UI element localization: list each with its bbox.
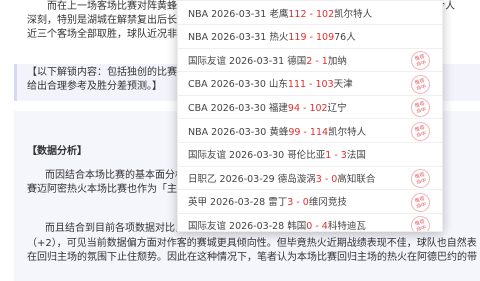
- match-row[interactable]: 日职乙 2026-03-29 德岛漩涡3 - 0高知联合 推荐 命中: [178, 166, 442, 191]
- hit-stamp-icon: 推荐 命中: [408, 72, 433, 96]
- match-league-date-home: 英甲 2026-03-28 雷丁: [188, 197, 288, 209]
- match-away-team: 高知联合: [337, 173, 376, 185]
- match-text: 英甲 2026-03-28 雷丁3 - 0维冈竞技: [178, 194, 347, 208]
- match-score: 1 - 3: [325, 150, 347, 162]
- match-row[interactable]: NBA 2026-03-31 老鹰112 - 102凯尔特人: [178, 1, 442, 25]
- match-league-date-home: NBA 2026-03-31 热火: [188, 32, 289, 44]
- section-heading: 【数据分析】: [27, 146, 87, 157]
- match-score: 94 - 102: [287, 102, 328, 114]
- match-away-team: 辽宁: [327, 102, 347, 114]
- stamp-subtext: 命中: [415, 130, 427, 139]
- match-row[interactable]: 国际友谊 2026-03-30 哥伦比亚1 - 3法国: [178, 143, 442, 167]
- match-score: 0 - 4: [306, 220, 328, 232]
- match-score: 99 - 114: [288, 126, 329, 138]
- hit-stamp-icon: 推荐 命中: [408, 49, 433, 73]
- match-text: NBA 2026-03-31 热火119 - 10976人: [178, 29, 356, 43]
- match-away-team: 维冈竞技: [308, 197, 347, 209]
- match-row[interactable]: CBA 2026-03-30 福建94 - 102辽宁 推荐 命中: [178, 95, 442, 120]
- hit-stamp-icon: 推荐 命中: [408, 167, 433, 191]
- match-row[interactable]: 国际友谊 2026-03-28 韩国0 - 4科特迪瓦 推荐 命中: [178, 213, 442, 232]
- match-league-date-home: NBA 2026-03-30 黄蜂: [188, 126, 289, 138]
- match-score: 112 - 102: [288, 8, 335, 20]
- match-score: 3 - 0: [287, 197, 309, 209]
- match-text: NBA 2026-03-31 老鹰112 - 102凯尔特人: [178, 6, 372, 20]
- match-row[interactable]: 国际友谊 2026-03-31 德国2 - 1加纳 推荐 命中: [178, 48, 442, 73]
- hit-stamp-icon: 推荐 命中: [408, 214, 433, 232]
- hit-stamp-icon: 推荐 命中: [408, 190, 433, 214]
- quote-line: 给出合理参考及胜分差预测。】: [27, 81, 162, 92]
- match-league-date-home: 国际友谊 2026-03-31 德国: [188, 55, 307, 67]
- stamp-subtext: 命中: [415, 59, 427, 68]
- match-row[interactable]: 英甲 2026-03-28 雷丁3 - 0维冈竞技 推荐 命中: [178, 190, 442, 214]
- recent-matches-dropdown: NBA 2026-03-31 老鹰112 - 102凯尔特人 NBA 2026-0…: [177, 0, 443, 232]
- match-away-team: 法国: [346, 150, 366, 162]
- analysis-line: （+2），可见当前数据偏方面对作客的赛城更具倾向性。但毕竟热火近期战绩表现不佳，…: [27, 238, 477, 249]
- stamp-subtext: 命中: [415, 224, 427, 232]
- stamp-subtext: 命中: [415, 201, 427, 210]
- stamp-subtext: 命中: [415, 106, 427, 115]
- match-row[interactable]: CBA 2026-03-30 山东111 - 103天津 推荐 命中: [178, 72, 442, 96]
- match-text: 国际友谊 2026-03-31 德国2 - 1加纳: [178, 53, 347, 67]
- match-league-date-home: CBA 2026-03-30 山东: [188, 79, 288, 91]
- match-away-team: 科特迪瓦: [327, 220, 366, 232]
- match-league-date-home: 国际友谊 2026-03-28 韩国: [188, 220, 307, 232]
- match-text: NBA 2026-03-30 黄蜂99 - 114凯尔特人: [178, 124, 366, 138]
- match-text: 国际友谊 2026-03-28 韩国0 - 4科特迪瓦: [178, 218, 366, 232]
- match-score: 2 - 1: [306, 55, 328, 67]
- analysis-line: 在回归主场的氛围下止住颓势。因此在这种情况下，笔者认为本场比赛回归主场的热火在阿…: [27, 252, 477, 263]
- match-text: 日职乙 2026-03-29 德岛漩涡3 - 0高知联合: [178, 171, 375, 185]
- match-score: 3 - 0: [315, 173, 338, 185]
- match-row[interactable]: NBA 2026-03-30 黄蜂99 - 114凯尔特人 推荐 命中: [178, 119, 442, 144]
- match-text: 国际友谊 2026-03-30 哥伦比亚1 - 3法国: [178, 147, 366, 161]
- match-text: CBA 2026-03-30 福建94 - 102辽宁: [178, 100, 347, 114]
- match-league-date-home: NBA 2026-03-31 老鹰: [188, 8, 289, 20]
- match-score: 111 - 103: [287, 79, 334, 91]
- match-away-team: 天津: [333, 79, 353, 91]
- match-league-date-home: CBA 2026-03-30 福建: [188, 102, 288, 114]
- match-away-team: 加纳: [327, 55, 347, 67]
- match-away-team: 凯尔特人: [334, 8, 373, 20]
- match-away-team: 76人: [334, 32, 356, 44]
- match-league-date-home: 日职乙 2026-03-29 德岛漩涡: [188, 173, 316, 185]
- match-row[interactable]: NBA 2026-03-31 热火119 - 10976人: [178, 25, 442, 49]
- match-text: CBA 2026-03-30 山东111 - 103天津: [178, 76, 353, 90]
- match-league-date-home: 国际友谊 2026-03-30 哥伦比亚: [188, 150, 326, 162]
- stamp-subtext: 命中: [415, 177, 427, 186]
- hit-stamp-icon: 推荐 命中: [408, 119, 433, 144]
- match-away-team: 凯尔特人: [328, 126, 367, 138]
- hit-stamp-icon: 推荐 命中: [408, 96, 433, 120]
- match-score: 119 - 109: [288, 32, 335, 44]
- stamp-subtext: 命中: [415, 83, 427, 92]
